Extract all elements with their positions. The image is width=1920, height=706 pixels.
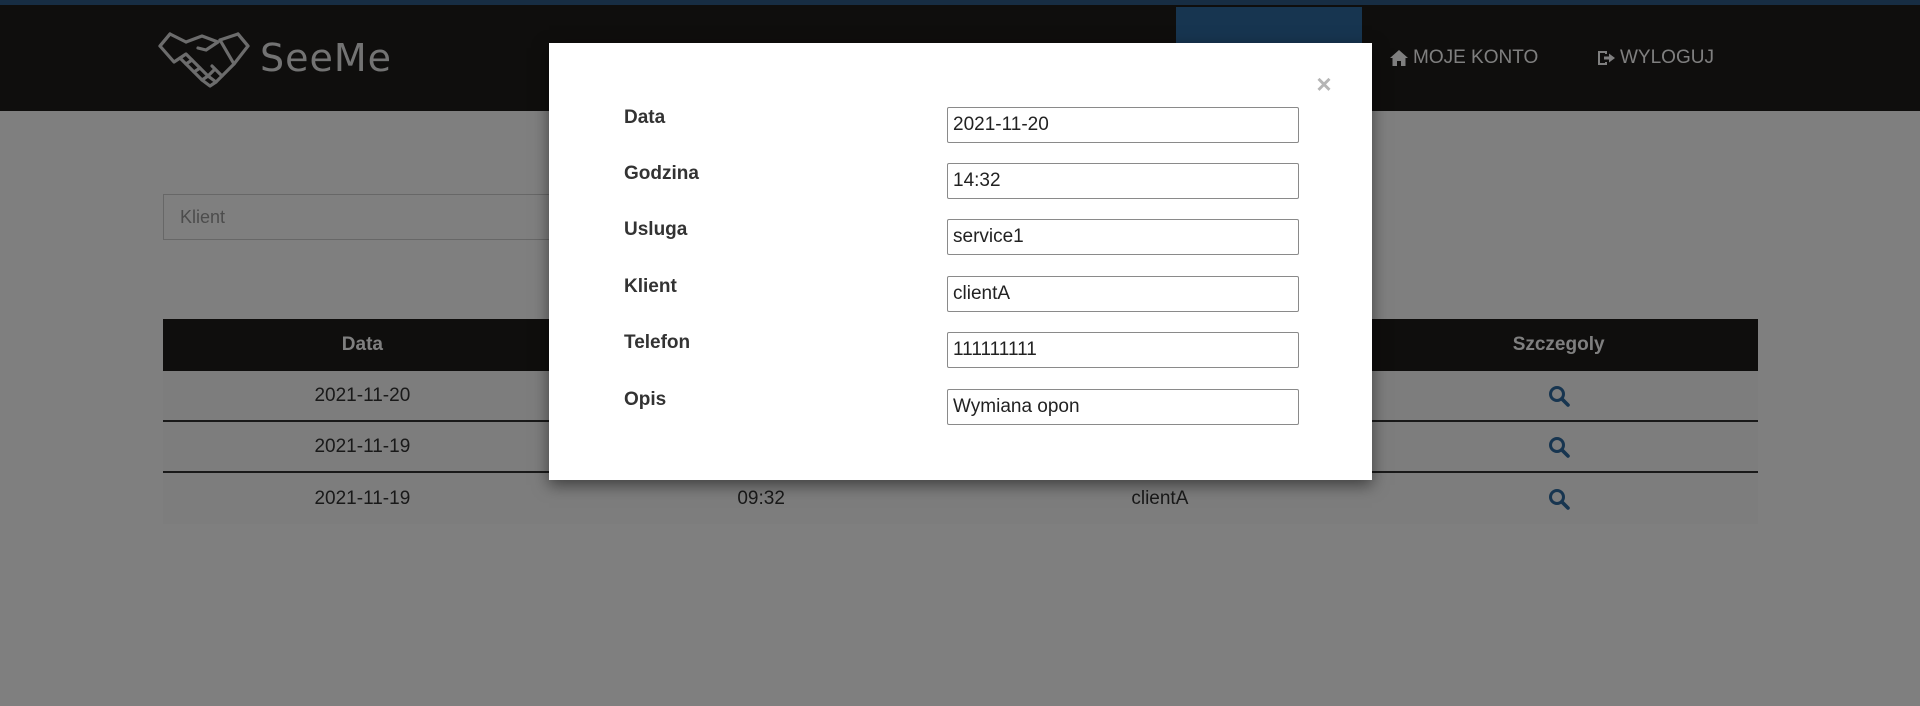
date-label: Data [624, 107, 666, 128]
date-field[interactable] [947, 107, 1299, 143]
service-field[interactable] [947, 219, 1299, 255]
form-row-time: Godzina [624, 163, 1324, 199]
form-row-client: Klient [624, 276, 1324, 312]
time-label: Godzina [624, 163, 699, 184]
client-label: Klient [624, 276, 677, 297]
description-field[interactable] [947, 389, 1299, 425]
form-row-phone: Telefon [624, 332, 1324, 368]
form-row-description: Opis [624, 389, 1324, 425]
time-field[interactable] [947, 163, 1299, 199]
phone-label: Telefon [624, 332, 691, 353]
appointment-details-modal: × Data Godzina Usluga Klient Telefon Opi… [549, 43, 1372, 480]
form-row-service: Usluga [624, 219, 1324, 255]
description-label: Opis [624, 389, 667, 410]
client-field[interactable] [947, 276, 1299, 312]
form-row-date: Data [624, 107, 1324, 143]
service-label: Usluga [624, 219, 688, 240]
close-button[interactable]: × [1311, 71, 1337, 97]
phone-field[interactable] [947, 332, 1299, 368]
